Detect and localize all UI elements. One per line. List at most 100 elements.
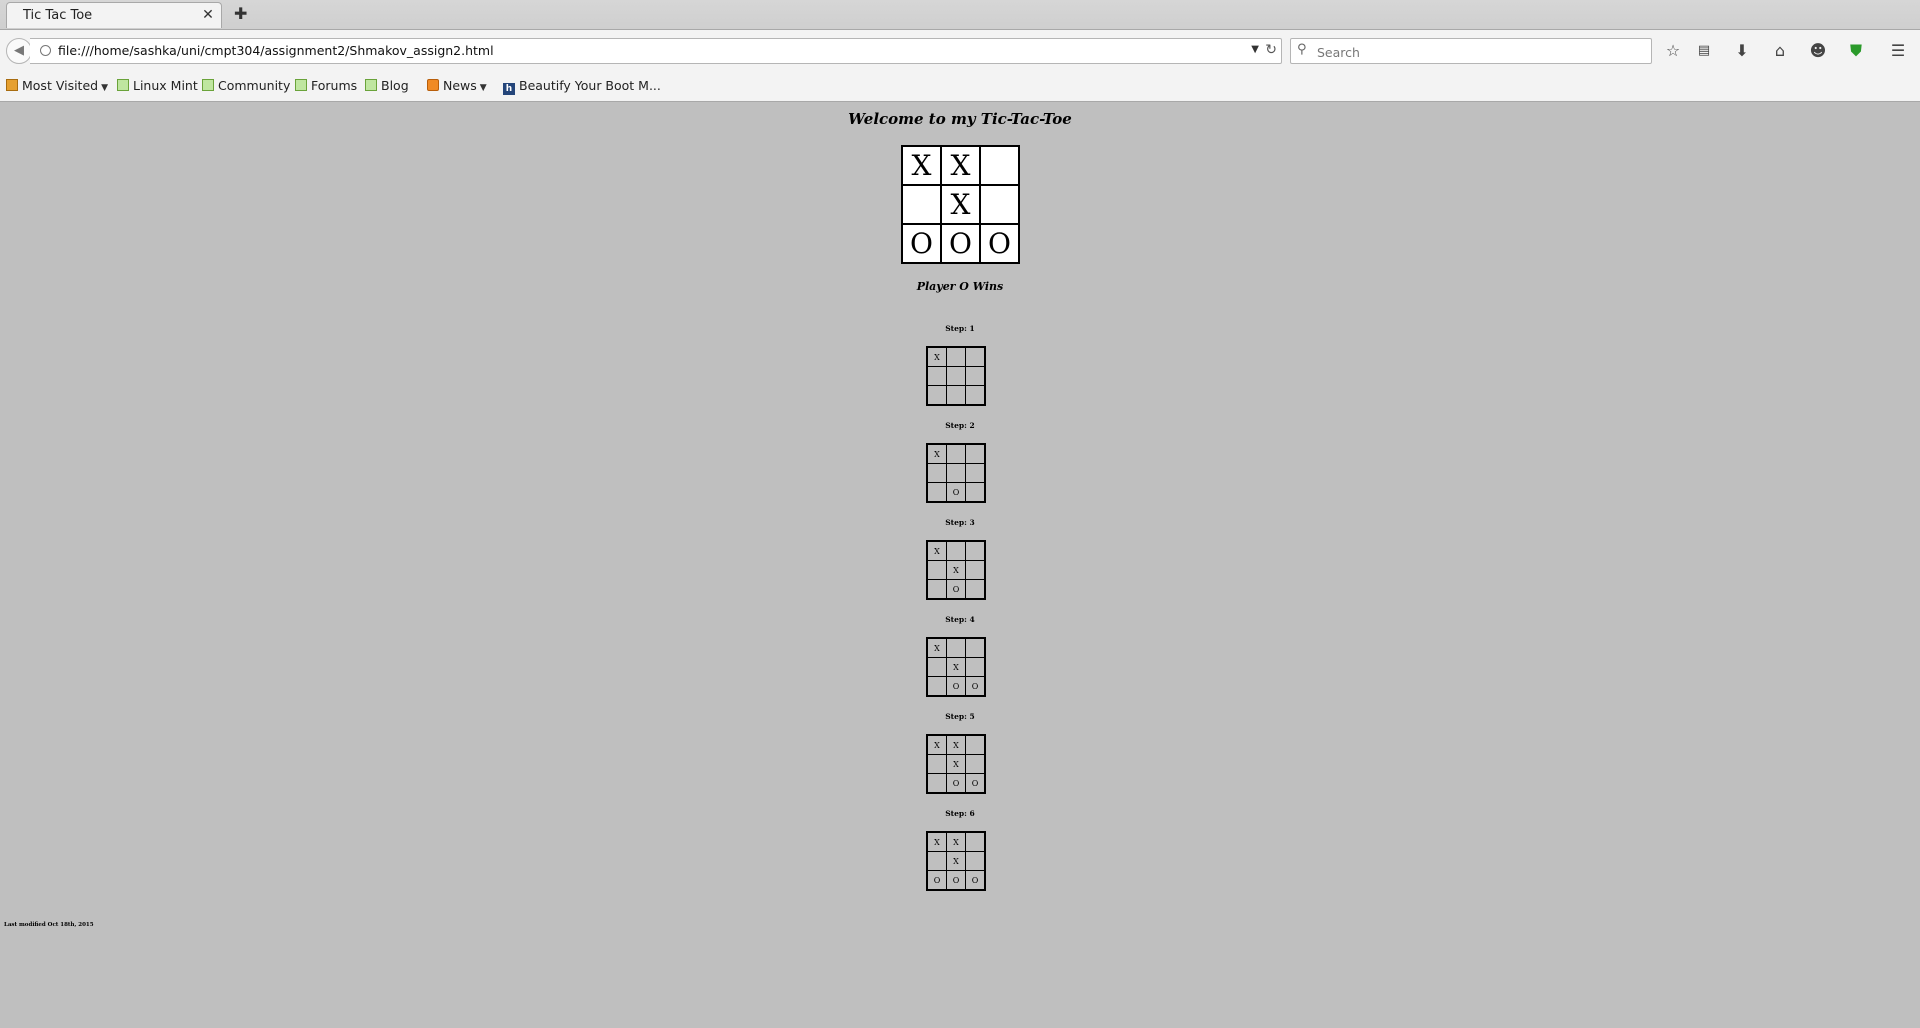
step-cell xyxy=(926,385,947,406)
step-cell xyxy=(965,657,986,677)
step-board: X X OO xyxy=(926,637,986,697)
step-cell: X xyxy=(946,560,966,580)
board-cell[interactable]: X xyxy=(940,145,981,186)
mint-icon xyxy=(295,79,307,91)
new-tab-icon[interactable]: ✚ xyxy=(234,4,247,23)
bookmark-label: Linux Mint xyxy=(133,78,198,93)
mint-icon xyxy=(202,79,214,91)
bookmark-label: Beautify Your Boot M... xyxy=(519,78,661,93)
reload-icon[interactable]: ↻ xyxy=(1265,42,1277,58)
mint-icon xyxy=(365,79,377,91)
page-title: Welcome to my Tic-Tac-Toe xyxy=(848,110,1072,128)
step-cell xyxy=(926,579,947,600)
menu-icon[interactable]: ☰ xyxy=(1887,40,1909,62)
url-dropdown-icon[interactable]: ▼ xyxy=(1251,44,1259,55)
tab-tic-tac-toe[interactable]: Tic Tac Toe ✕ xyxy=(6,2,222,28)
step-cell: O xyxy=(946,482,966,503)
board-cell[interactable] xyxy=(979,145,1020,186)
step-cell xyxy=(926,463,947,483)
home-icon[interactable]: ⌂ xyxy=(1769,40,1791,62)
step-cell: X xyxy=(926,346,947,367)
step-cell xyxy=(946,637,966,658)
step-cell: X xyxy=(946,831,966,852)
step-cell: O xyxy=(965,773,986,794)
game-board: X X X O O O xyxy=(901,145,1020,264)
back-button[interactable]: ◀ xyxy=(6,38,32,64)
step-cell xyxy=(946,366,966,386)
step-cell xyxy=(965,463,986,483)
tab-bar: Tic Tac Toe ✕ ✚ xyxy=(0,0,1920,29)
chat-icon[interactable]: ☻ xyxy=(1807,40,1829,62)
step-cell: O xyxy=(946,579,966,600)
bookmarks-bar: Most Visited ▼ Linux Mint Community Forum… xyxy=(0,71,1920,102)
step-board: X O xyxy=(926,443,986,503)
step-cell: O xyxy=(965,676,986,697)
step-cell xyxy=(965,851,986,871)
close-tab-icon[interactable]: ✕ xyxy=(201,7,215,23)
reading-list-icon[interactable]: ▤ xyxy=(1693,40,1715,62)
board-cell[interactable] xyxy=(979,184,1020,225)
chevron-down-icon: ▼ xyxy=(101,83,109,93)
step-cell xyxy=(965,754,986,774)
shield-icon[interactable]: ⛊ xyxy=(1845,40,1867,62)
url-text[interactable]: file:///home/sashka/uni/cmpt304/assignme… xyxy=(58,43,494,58)
step-cell xyxy=(926,366,947,386)
board-cell[interactable] xyxy=(901,184,942,225)
step-cell xyxy=(965,831,986,852)
step-cell xyxy=(926,851,947,871)
step-cell: X xyxy=(946,657,966,677)
board-cell[interactable]: X xyxy=(901,145,942,186)
step-cell xyxy=(926,560,947,580)
bookmark-linux-mint[interactable]: Linux Mint xyxy=(117,78,198,93)
step-cell: X xyxy=(926,540,947,561)
step-label: Step: 5 xyxy=(945,712,975,721)
step-cell xyxy=(965,346,986,367)
url-bar[interactable]: file:///home/sashka/uni/cmpt304/assignme… xyxy=(30,38,1282,64)
step-board: XX X OO xyxy=(926,734,986,794)
step-cell: X xyxy=(926,734,947,755)
step-cell: X xyxy=(946,851,966,871)
step-cell xyxy=(946,463,966,483)
step-cell xyxy=(965,482,986,503)
step-cell xyxy=(926,482,947,503)
bookmark-forums[interactable]: Forums xyxy=(295,78,357,93)
bookmark-beautify[interactable]: h Beautify Your Boot M... xyxy=(503,78,661,95)
search-icon: ⚲ xyxy=(1297,42,1307,57)
step-cell: O xyxy=(946,870,966,891)
game-result: Player O Wins xyxy=(916,280,1004,293)
step-cell xyxy=(946,346,966,367)
board-cell[interactable]: O xyxy=(901,223,942,264)
bookmark-news[interactable]: News ▼ xyxy=(427,78,487,93)
step-cell xyxy=(926,773,947,794)
step-label: Step: 6 xyxy=(945,809,975,818)
step-cell xyxy=(946,443,966,464)
step-cell xyxy=(965,366,986,386)
step-cell: X xyxy=(926,637,947,658)
bookmark-label: Most Visited xyxy=(22,78,99,93)
search-bar[interactable]: ⚲ xyxy=(1290,38,1652,64)
step-cell: O xyxy=(946,773,966,794)
step-board: X xyxy=(926,346,986,406)
bookmark-most-visited[interactable]: Most Visited ▼ xyxy=(6,78,108,93)
step-cell xyxy=(965,637,986,658)
bookmark-community[interactable]: Community xyxy=(202,78,290,93)
site-icon: h xyxy=(503,83,515,95)
step-board: X X O xyxy=(926,540,986,600)
step-label: Step: 2 xyxy=(945,421,975,430)
step-cell xyxy=(926,676,947,697)
bookmark-blog[interactable]: Blog xyxy=(365,78,409,93)
last-modified-footer: Last modified Oct 18th, 2015 xyxy=(4,922,94,928)
search-input[interactable] xyxy=(1315,41,1649,63)
board-cell[interactable]: X xyxy=(940,184,981,225)
navigation-bar: ◀ file:///home/sashka/uni/cmpt304/assign… xyxy=(0,29,1920,71)
board-cell[interactable]: O xyxy=(940,223,981,264)
bookmark-label: News xyxy=(443,78,477,93)
bookmark-label: Forums xyxy=(311,78,358,93)
bookmark-star-icon[interactable]: ☆ xyxy=(1662,40,1684,62)
step-cell: X xyxy=(926,831,947,852)
download-icon[interactable]: ⬇ xyxy=(1731,40,1753,62)
board-cell[interactable]: O xyxy=(979,223,1020,264)
step-cell: X xyxy=(926,443,947,464)
bookmark-label: Community xyxy=(218,78,291,93)
step-cell xyxy=(965,579,986,600)
